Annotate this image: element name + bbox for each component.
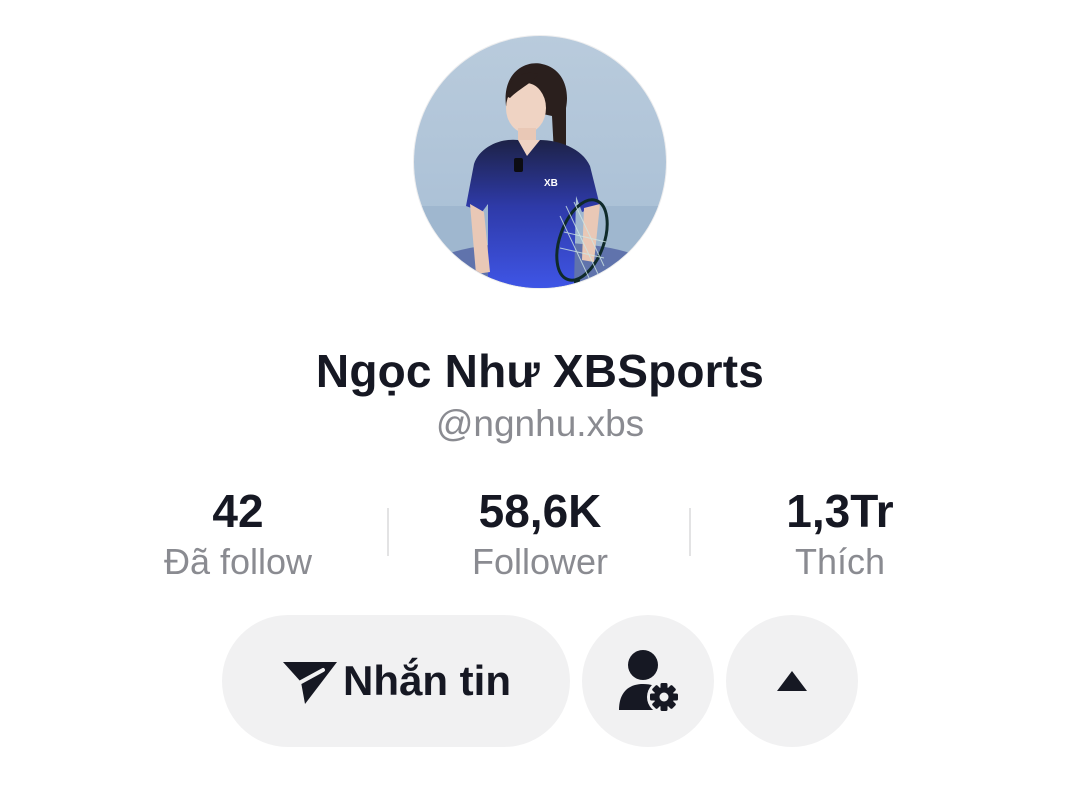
title-descender: [842, 0, 880, 2]
profile-actions: Nhắn tin: [0, 615, 1080, 747]
stat-followers[interactable]: 58,6K Follower: [390, 484, 690, 584]
profile-stats: 42 Đã follow 58,6K Follower 1,3Tr Thích: [90, 484, 990, 584]
stats-divider: [387, 508, 389, 556]
followers-label: Follower: [471, 541, 609, 582]
followers-count: 58,6K: [478, 485, 602, 537]
more-options-button[interactable]: [726, 615, 858, 747]
profile-photo: XB: [414, 36, 666, 288]
following-count: 42: [212, 485, 264, 537]
caret-up-icon: [777, 671, 807, 691]
send-icon: [283, 662, 337, 704]
display-name: Ngọc Như XBSports: [315, 345, 765, 397]
profile-avatar[interactable]: XB: [414, 36, 666, 288]
stat-likes[interactable]: 1,3Tr Thích: [690, 484, 990, 584]
likes-label: Thích: [794, 541, 886, 582]
stat-following[interactable]: 42 Đã follow: [88, 484, 388, 584]
svg-text:XB: XB: [544, 178, 558, 189]
following-label: Đã follow: [163, 541, 313, 582]
username: @ngnhu.xbs: [435, 403, 645, 444]
likes-count: 1,3Tr: [786, 485, 894, 537]
user-settings-icon: [619, 650, 679, 714]
message-button-label: Nhắn tin: [343, 657, 511, 704]
friend-settings-button[interactable]: [582, 615, 714, 747]
chevron-left-icon[interactable]: [58, 0, 80, 2]
message-button[interactable]: Nhắn tin: [222, 615, 570, 747]
top-nav-bar: [0, 0, 1080, 6]
more-icon[interactable]: [972, 0, 1002, 2]
